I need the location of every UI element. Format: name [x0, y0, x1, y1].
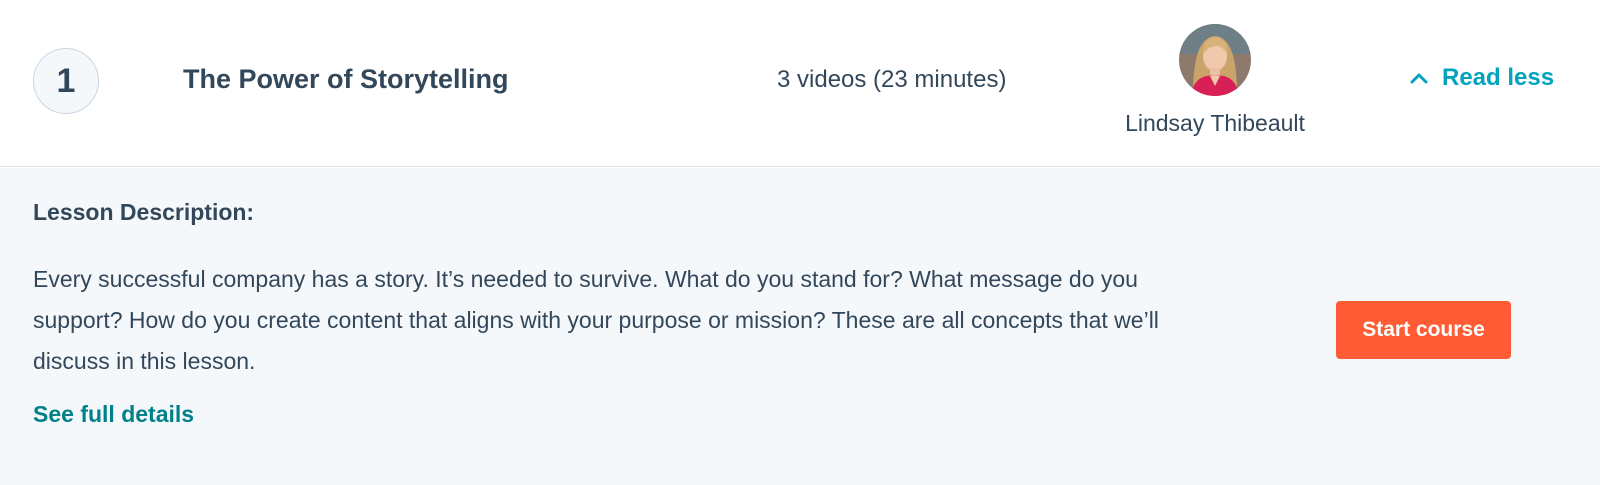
lesson-details: Lesson Description: Every successful com… [0, 168, 1600, 485]
instructor-avatar [1179, 24, 1251, 96]
read-less-label: Read less [1442, 64, 1555, 91]
lesson-header[interactable]: 1 The Power of Storytelling 3 videos (23… [0, 0, 1600, 167]
lesson-description: Every successful company has a story. It… [33, 266, 1159, 374]
video-count: 3 videos (23 minutes) [777, 66, 1007, 93]
instructor: Lindsay Thibeault [1100, 24, 1330, 144]
description-heading: Lesson Description: [33, 199, 255, 225]
read-less-toggle[interactable]: Read less [1408, 64, 1554, 92]
instructor-name: Lindsay Thibeault [1125, 110, 1305, 136]
see-full-details-link[interactable]: See full details [33, 401, 194, 428]
instructor-photo-icon [1179, 24, 1251, 96]
start-course-button[interactable]: Start course [1336, 301, 1511, 359]
lesson-card: 1 The Power of Storytelling 3 videos (23… [0, 0, 1600, 485]
lesson-title: The Power of Storytelling [183, 64, 509, 94]
chevron-up-icon [1410, 73, 1428, 84]
lesson-number-badge: 1 [33, 48, 99, 114]
